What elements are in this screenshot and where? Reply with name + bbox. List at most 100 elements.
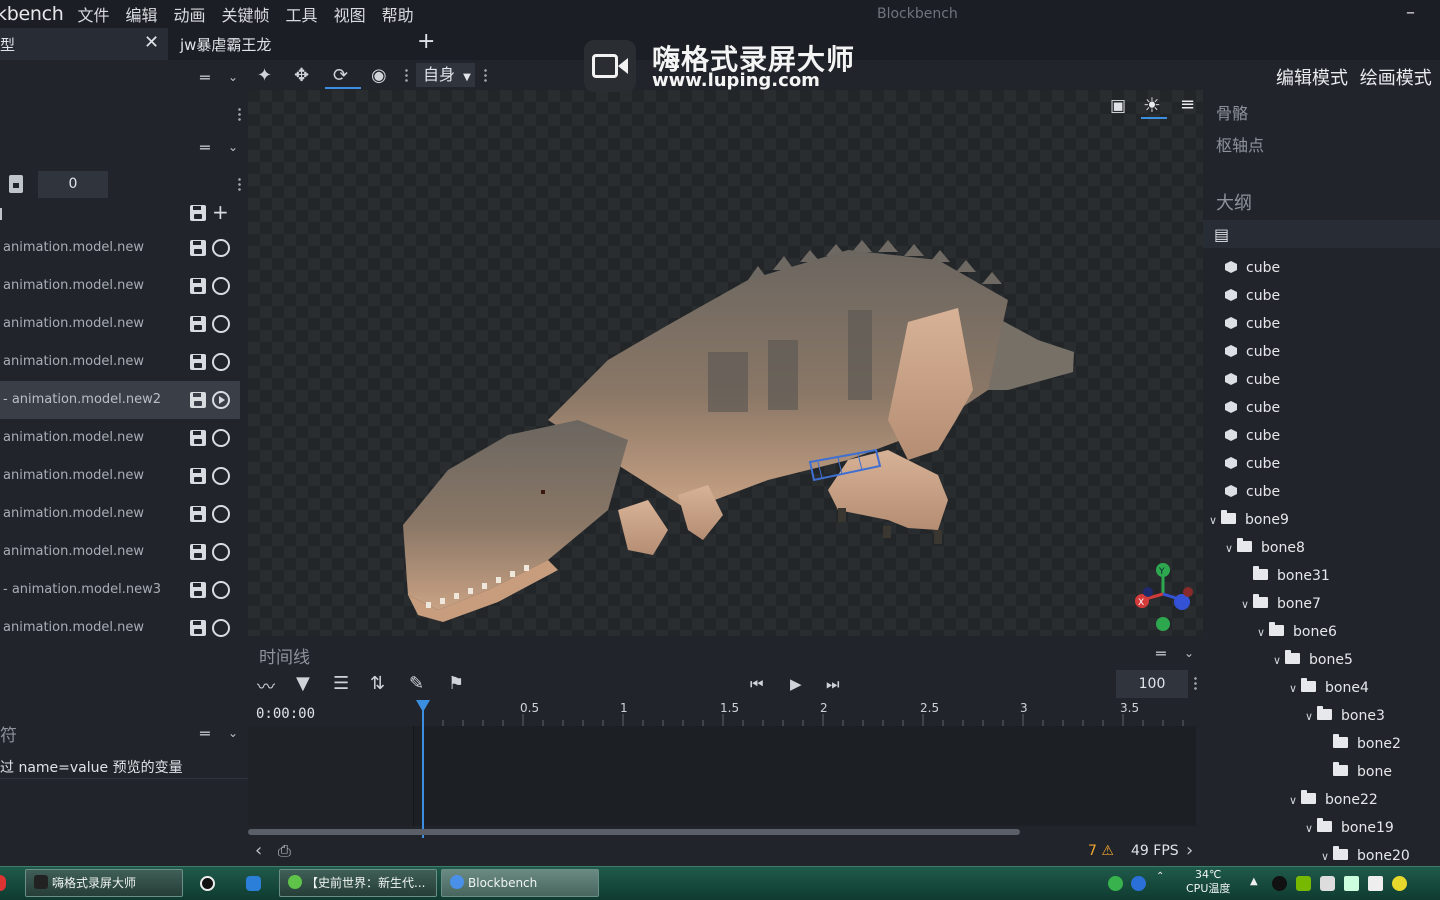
- flag-icon[interactable]: ⚑: [448, 673, 464, 694]
- chevron-left-icon[interactable]: ‹: [255, 840, 262, 861]
- play-circle-icon[interactable]: [212, 391, 230, 409]
- chevron-down-icon[interactable]: ⌄: [1184, 646, 1194, 660]
- save-icon[interactable]: [190, 582, 206, 598]
- outliner-group[interactable]: bone31: [1241, 562, 1330, 590]
- chevron-down-icon[interactable]: ∨: [1289, 675, 1301, 703]
- background-image-icon[interactable]: ▣: [1110, 96, 1126, 116]
- volume-icon[interactable]: [1368, 876, 1383, 891]
- task-blockbench[interactable]: Blockbench: [441, 869, 599, 897]
- menu-keyframe[interactable]: 关键帧: [222, 2, 270, 26]
- outliner-group[interactable]: ∨ bone3: [1305, 702, 1385, 730]
- animation-item[interactable]: animation.model.new: [0, 267, 240, 305]
- circle-icon[interactable]: [212, 315, 230, 333]
- outliner-cube[interactable]: cube: [1225, 394, 1280, 422]
- outliner-cube[interactable]: cube: [1225, 366, 1280, 394]
- rotate-tool-icon[interactable]: ⟳: [333, 65, 348, 86]
- chevron-down-icon[interactable]: ∨: [1289, 787, 1301, 815]
- drag-handle-icon[interactable]: ═: [200, 68, 210, 87]
- animation-item[interactable]: animation.model.new: [0, 533, 240, 571]
- task-browser[interactable]: 【史前世界：新生代...: [279, 869, 437, 897]
- chevron-down-icon[interactable]: ∨: [1305, 815, 1317, 843]
- chevron-down-icon[interactable]: ∨: [1257, 619, 1269, 647]
- more-vert-icon[interactable]: [238, 107, 241, 121]
- more-vert-icon[interactable]: [484, 68, 487, 82]
- scale-tool-icon[interactable]: ◉: [371, 65, 387, 86]
- warning-count[interactable]: 7 ⚠: [1088, 843, 1114, 859]
- outliner-group[interactable]: bone2: [1321, 730, 1401, 758]
- circle-icon[interactable]: [212, 505, 230, 523]
- save-all-icon[interactable]: [190, 205, 206, 221]
- outliner-group[interactable]: ∨ bone9: [1209, 506, 1289, 534]
- save-icon[interactable]: [190, 316, 206, 332]
- task-recorder[interactable]: 嗨格式录屏大师: [25, 869, 183, 897]
- animation-item[interactable]: animation.model.new: [0, 457, 240, 495]
- circle-icon[interactable]: [212, 581, 230, 599]
- circle-icon[interactable]: [212, 619, 230, 637]
- outliner-group[interactable]: ∨ bone22: [1289, 786, 1378, 814]
- skip-forward-icon[interactable]: ⏭: [826, 675, 840, 693]
- help-icon[interactable]: [1131, 876, 1146, 891]
- menu-view[interactable]: 视图: [334, 2, 366, 26]
- tab-project[interactable]: jw暴虐霸王龙: [180, 34, 271, 55]
- save-icon[interactable]: [190, 240, 206, 256]
- chevron-right-icon[interactable]: ›: [1186, 840, 1193, 861]
- nvidia-icon[interactable]: [1296, 876, 1311, 891]
- save-icon[interactable]: [190, 354, 206, 370]
- animation-item[interactable]: animation.model.new: [0, 305, 240, 343]
- outliner-group[interactable]: ∨ bone4: [1289, 674, 1369, 702]
- add-tab-button[interactable]: +: [417, 29, 435, 54]
- sogou-icon[interactable]: [1108, 876, 1123, 891]
- circle-icon[interactable]: [212, 543, 230, 561]
- outliner-cube[interactable]: cube: [1225, 282, 1280, 310]
- outliner-cube[interactable]: cube: [1225, 422, 1280, 450]
- circle-icon[interactable]: [212, 353, 230, 371]
- save-icon[interactable]: [190, 278, 206, 294]
- animation-item[interactable]: animation.model.new: [0, 229, 240, 267]
- move-tool-icon[interactable]: ✥: [294, 65, 309, 86]
- play-icon[interactable]: ▶: [790, 675, 802, 693]
- graph-editor-icon[interactable]: 〰: [257, 673, 275, 699]
- menu-animation[interactable]: 动画: [174, 2, 206, 26]
- chevron-down-icon[interactable]: ⌄: [228, 70, 238, 84]
- outliner-cube[interactable]: cube: [1225, 338, 1280, 366]
- save-icon[interactable]: [190, 430, 206, 446]
- save-icon[interactable]: [190, 544, 206, 560]
- horizontal-scrollbar[interactable]: [248, 829, 1020, 835]
- mode-edit[interactable]: 编辑模式: [1276, 68, 1348, 89]
- chevron-down-icon[interactable]: ∨: [1225, 535, 1237, 563]
- outliner-group[interactable]: bone: [1321, 758, 1392, 786]
- outliner-cube[interactable]: cube: [1225, 254, 1280, 282]
- animation-item[interactable]: animation.model.new: [0, 609, 240, 647]
- chevron-down-icon[interactable]: ∨: [1273, 647, 1285, 675]
- menu-icon[interactable]: ≡: [1180, 94, 1195, 115]
- show-hidden-icons[interactable]: ▲: [1250, 876, 1258, 887]
- skip-back-icon[interactable]: ⏮: [750, 675, 764, 693]
- chevron-down-icon[interactable]: ⌄: [228, 726, 238, 740]
- variable-input[interactable]: 过 name=value 预览的变量: [0, 757, 248, 777]
- list-icon[interactable]: ☰: [333, 673, 349, 694]
- save-icon[interactable]: [190, 468, 206, 484]
- menu-help[interactable]: 帮助: [382, 2, 414, 26]
- toggle-details-icon[interactable]: ▤: [1214, 225, 1229, 244]
- circle-icon[interactable]: [212, 467, 230, 485]
- animation-item[interactable]: - animation.model.new3: [0, 571, 240, 609]
- playhead-handle[interactable]: [416, 700, 430, 712]
- more-vert-icon[interactable]: [1194, 676, 1197, 690]
- animation-item[interactable]: animation.model.new: [0, 343, 240, 381]
- drag-handle-icon[interactable]: ═: [1156, 644, 1166, 663]
- dinosaur-model[interactable]: Y X: [248, 90, 1203, 636]
- circle-icon[interactable]: [212, 239, 230, 257]
- axis-gizmo[interactable]: Y X: [1135, 563, 1193, 631]
- save-icon[interactable]: [190, 506, 206, 522]
- qq-tray-icon[interactable]: [1272, 876, 1287, 891]
- playback-speed-input[interactable]: 100: [1116, 670, 1188, 698]
- menu-edit[interactable]: 编辑: [126, 2, 158, 26]
- outliner-cube[interactable]: cube: [1225, 450, 1280, 478]
- start-button[interactable]: [0, 875, 6, 891]
- brightness-icon[interactable]: ☀: [1143, 93, 1161, 117]
- timeline-ruler[interactable]: 0.5 1 1.5 2 2.5 3 3.5: [416, 700, 1203, 726]
- chevron-down-icon[interactable]: ⌄: [228, 140, 238, 154]
- network-icon[interactable]: [1344, 876, 1359, 891]
- chevron-down-icon[interactable]: ∨: [1241, 591, 1253, 619]
- outliner-group[interactable]: ∨ bone6: [1257, 618, 1337, 646]
